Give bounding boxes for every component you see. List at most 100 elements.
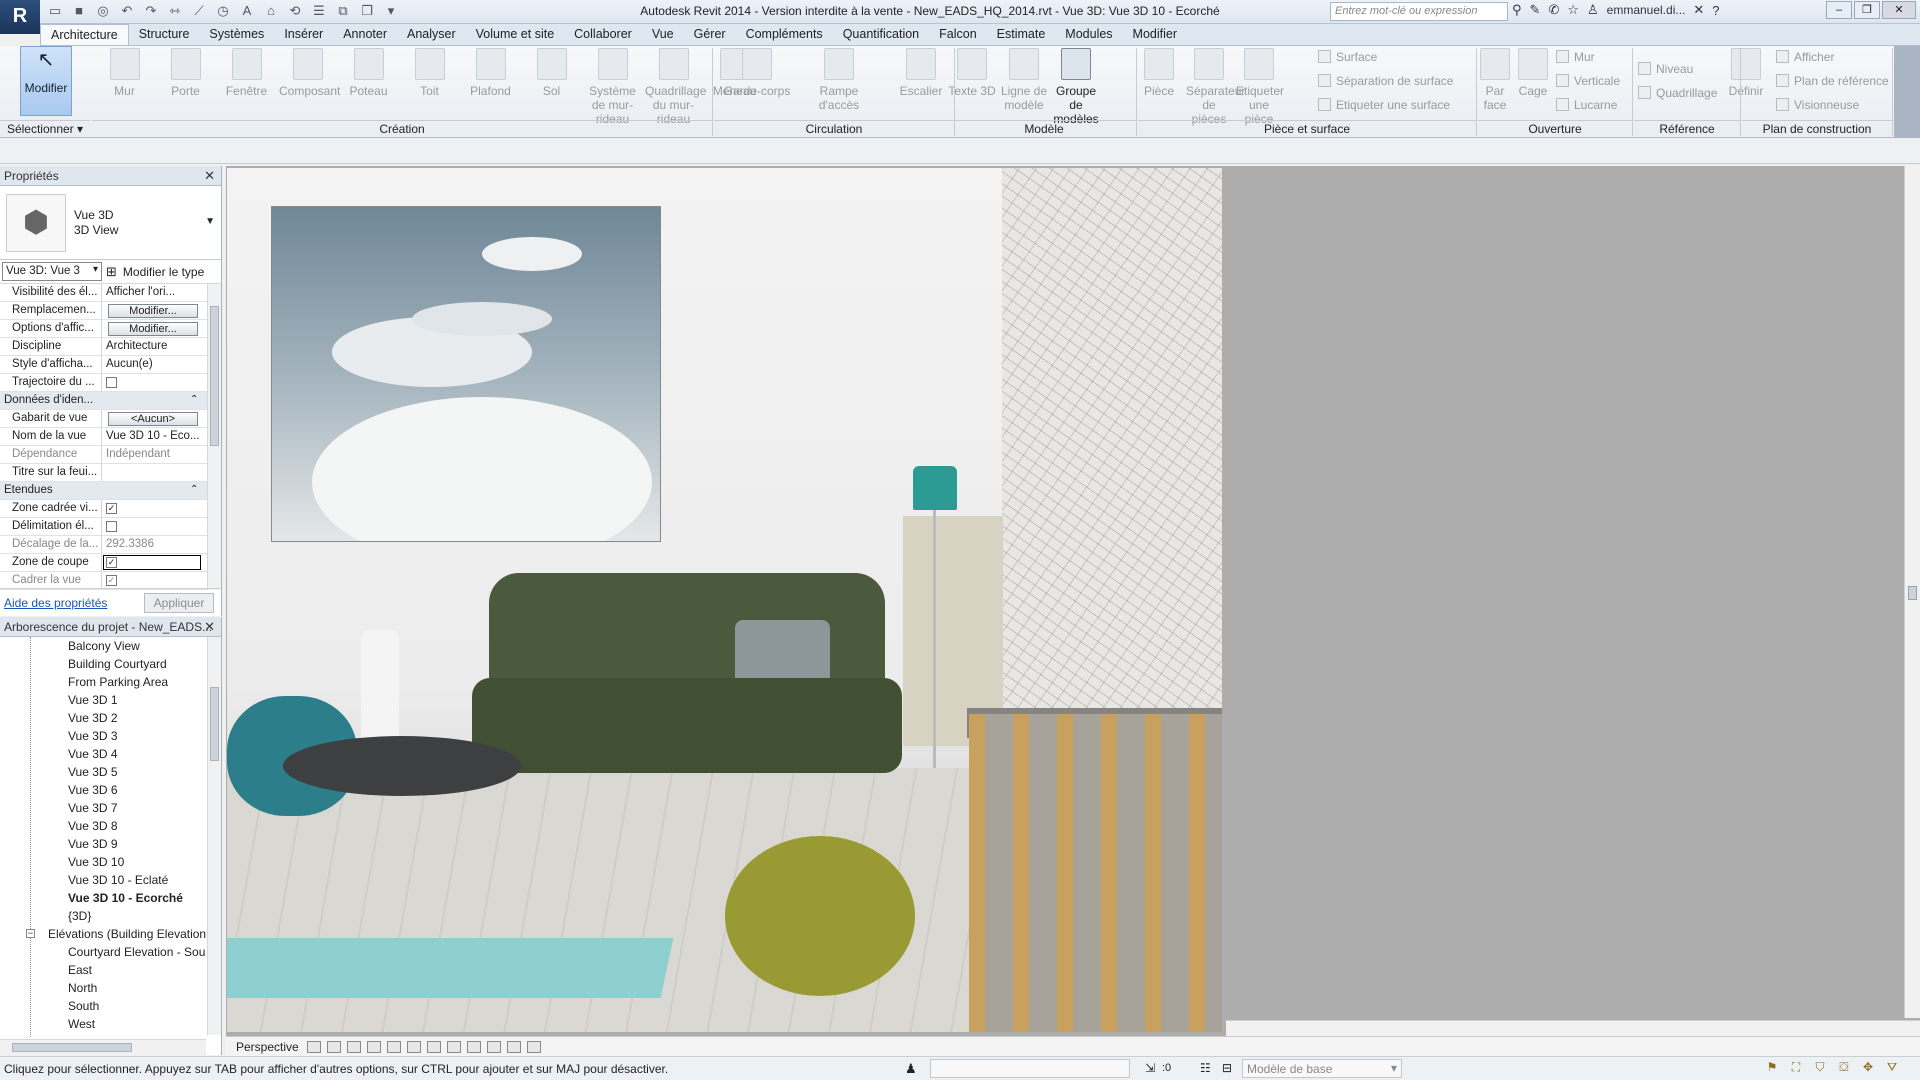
piece-tool-1[interactable]: Pièce xyxy=(1136,48,1182,98)
property-value[interactable]: Afficher l'ori... xyxy=(102,284,202,301)
browser-group-elevations[interactable]: − Elévations (Building Elevation xyxy=(0,925,206,943)
sync-icon[interactable]: ◎ xyxy=(94,2,112,20)
binoculars-icon[interactable]: ⚲ xyxy=(1512,2,1522,18)
customize-qat-icon[interactable]: ▾ xyxy=(382,2,400,20)
browser-elevation-item[interactable]: South xyxy=(0,997,206,1015)
creation-tool-7[interactable]: Plafond xyxy=(462,48,519,98)
edit-type-icon[interactable]: ⊞ xyxy=(106,264,117,280)
communication-icon[interactable]: ✆ xyxy=(1548,2,1559,18)
browser-view-item[interactable]: Vue 3D 10 - Eclaté xyxy=(0,871,206,889)
tab-16[interactable]: Modifier xyxy=(1123,24,1187,45)
undo-icon[interactable]: ↶ xyxy=(118,2,136,20)
property-value[interactable]: ✓ xyxy=(102,572,202,589)
user-name[interactable]: emmanuel.di... xyxy=(1607,3,1686,17)
browser-view-item[interactable]: Balcony View xyxy=(0,637,206,655)
browser-view-item[interactable]: Vue 3D 10 - Ecorché xyxy=(0,889,206,907)
properties-help-link[interactable]: Aide des propriétés xyxy=(4,596,107,610)
piece-small-1[interactable]: Surface xyxy=(1318,50,1377,64)
reference-small-2[interactable]: Quadrillage xyxy=(1638,86,1717,100)
tab-14[interactable]: Estimate xyxy=(987,24,1056,45)
view-mode-label[interactable]: Perspective xyxy=(226,1040,307,1054)
active-design-option-select[interactable]: Modèle de base xyxy=(1242,1059,1402,1078)
browser-view-item[interactable]: From Parking Area xyxy=(0,673,206,691)
piece-small-3[interactable]: Etiqueter une surface xyxy=(1318,98,1450,112)
browser-view-item[interactable]: Vue 3D 9 xyxy=(0,835,206,853)
temporary-view-properties-icon[interactable] xyxy=(506,1040,521,1053)
browser-view-item[interactable]: Vue 3D 1 xyxy=(0,691,206,709)
scroll-thumb[interactable] xyxy=(210,687,219,761)
redo-icon[interactable]: ↷ xyxy=(142,2,160,20)
switch-windows-icon[interactable]: ❐ xyxy=(358,2,376,20)
detail-level-icon[interactable] xyxy=(306,1040,321,1053)
minimize-button[interactable]: – xyxy=(1826,1,1852,19)
drag-elements-icon[interactable]: ✥ xyxy=(1860,1060,1876,1076)
browser-horizontal-scrollbar[interactable] xyxy=(0,1039,206,1055)
property-value[interactable] xyxy=(102,464,202,481)
lock-3d-view-icon[interactable] xyxy=(446,1040,461,1053)
edit-type-button[interactable]: Modifier le type xyxy=(121,265,204,279)
browser-view-item[interactable]: Vue 3D 6 xyxy=(0,781,206,799)
select-underlay-icon[interactable]: ⛶ xyxy=(1788,1060,1804,1076)
tab-10[interactable]: Gérer xyxy=(684,24,736,45)
collapse-icon[interactable]: ⌃ xyxy=(190,482,198,499)
creation-tool-9[interactable]: Système de mur-rideau xyxy=(584,48,641,126)
render-icon[interactable] xyxy=(386,1040,401,1053)
creation-tool-2[interactable]: Porte xyxy=(157,48,214,98)
ouverture-small-2[interactable]: Verticale xyxy=(1556,74,1620,88)
tab-1[interactable]: Architecture xyxy=(40,24,129,45)
property-edit-button[interactable]: Modifier... xyxy=(108,304,198,318)
property-value[interactable]: Indépendant xyxy=(102,446,202,463)
tab-2[interactable]: Structure xyxy=(129,24,200,45)
property-value[interactable]: Modifier... xyxy=(102,302,202,319)
select-links-icon[interactable]: ⚑ xyxy=(1764,1060,1780,1076)
piece-tool-2[interactable]: Séparateur de pièces xyxy=(1186,48,1245,126)
crop-view-icon[interactable] xyxy=(406,1040,421,1053)
subscription-icon[interactable]: ✎ xyxy=(1530,2,1541,18)
browser-view-item[interactable]: Vue 3D 7 xyxy=(0,799,206,817)
browser-elevation-item[interactable]: East xyxy=(0,961,206,979)
close-icon[interactable]: ✕ xyxy=(204,619,215,635)
restore-button[interactable]: ❐ xyxy=(1854,1,1880,19)
sun-path-icon[interactable] xyxy=(346,1040,361,1053)
reveal-hidden-icon[interactable] xyxy=(486,1040,501,1053)
creation-tool-3[interactable]: Fenêtre xyxy=(218,48,275,98)
modele-tool-2[interactable]: Ligne de modèle xyxy=(1000,48,1048,112)
infocenter-search-input[interactable]: Entrez mot-clé ou expression xyxy=(1330,2,1508,21)
favorites-star-icon[interactable]: ☆ xyxy=(1567,2,1579,18)
browser-view-item[interactable]: Building Courtyard xyxy=(0,655,206,673)
view-vertical-scrollbar[interactable] xyxy=(1904,166,1920,1018)
select-pinned-icon[interactable]: ⛉ xyxy=(1812,1060,1828,1076)
chevron-down-icon[interactable]: ▼ xyxy=(205,216,215,227)
property-checkbox[interactable]: ✓ xyxy=(106,575,117,586)
tab-13[interactable]: Falcon xyxy=(929,24,987,45)
save-icon[interactable]: ■ xyxy=(70,2,88,20)
property-checkbox[interactable]: ✓ xyxy=(106,557,117,568)
tab-3[interactable]: Systèmes xyxy=(199,24,274,45)
creation-tool-1[interactable]: Mur xyxy=(96,48,153,98)
property-value[interactable]: ✓ xyxy=(102,554,202,571)
browser-elevation-item[interactable]: North xyxy=(0,979,206,997)
exchange-apps-icon[interactable]: ✕ xyxy=(1693,2,1704,18)
property-value[interactable] xyxy=(102,518,202,535)
tab-4[interactable]: Insérer xyxy=(274,24,333,45)
thin-lines-icon[interactable]: ☰ xyxy=(310,2,328,20)
property-group-header[interactable]: Etendues ⌃ xyxy=(0,482,221,500)
scroll-thumb[interactable] xyxy=(12,1043,132,1052)
text-icon[interactable]: A xyxy=(238,2,256,20)
browser-elevation-item[interactable]: Courtyard Elevation - Sou xyxy=(0,943,206,961)
select-panel-dropdown[interactable]: Sélectionner ▾ xyxy=(0,120,90,138)
tab-7[interactable]: Volume et site xyxy=(466,24,565,45)
close-hidden-windows-icon[interactable]: ⧉ xyxy=(334,2,352,20)
shadows-icon[interactable] xyxy=(366,1040,381,1053)
design-options-icon[interactable]: ☷ xyxy=(1200,1061,1211,1075)
browser-view-item[interactable]: Vue 3D 10 xyxy=(0,853,206,871)
worksets-icon[interactable]: ♟ xyxy=(905,1061,917,1077)
creation-tool-6[interactable]: Toit xyxy=(401,48,458,98)
browser-elevation-item[interactable]: West xyxy=(0,1015,206,1033)
collapse-icon[interactable]: ⌃ xyxy=(190,392,198,409)
3d-view-viewport[interactable] xyxy=(227,168,1222,1032)
circulation-tool-1[interactable]: Garde-corps xyxy=(718,48,796,98)
tab-11[interactable]: Compléments xyxy=(736,24,833,45)
browser-view-item[interactable]: Vue 3D 3 xyxy=(0,727,206,745)
property-value[interactable]: Architecture xyxy=(102,338,202,355)
